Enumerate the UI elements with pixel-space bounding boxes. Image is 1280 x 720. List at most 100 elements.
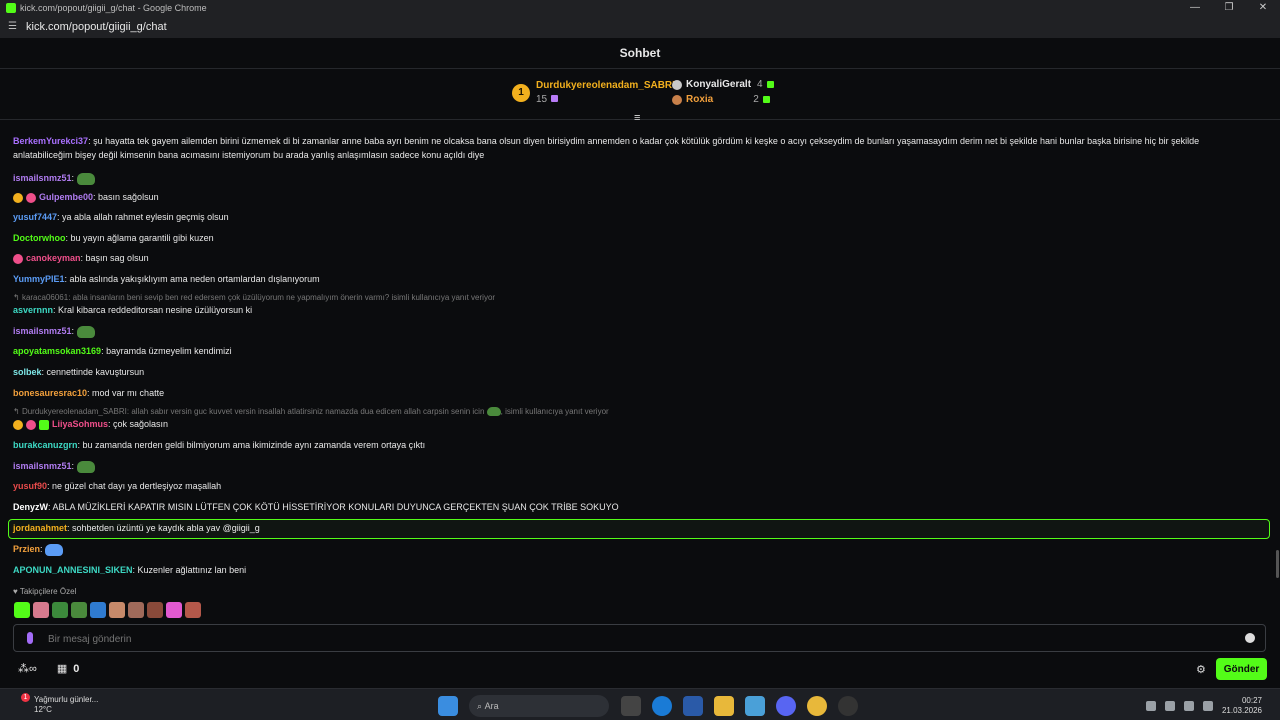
chat-header: Sohbet [0, 38, 1280, 69]
emote-icon[interactable] [109, 602, 125, 618]
followers-only-text: Takipçilere Özel [19, 587, 77, 596]
chat-username[interactable]: solbek [13, 367, 42, 377]
os-taskbar: 1 Yağmurlu günler... 12°C ⌕ Ara 00:27 21… [0, 688, 1280, 720]
chat-username[interactable]: yusuf7447 [13, 212, 57, 222]
emote-quick-bar [14, 602, 204, 618]
message-input-box[interactable] [13, 624, 1266, 652]
chat-username[interactable]: apoyatamsokan3169 [13, 346, 101, 356]
pepe-emote-icon [486, 407, 501, 417]
volume-icon[interactable] [1202, 701, 1213, 711]
chat-username[interactable]: Gulpembe00 [39, 192, 93, 202]
emoji-picker-icon[interactable] [1245, 633, 1255, 643]
address-bar[interactable]: ☰ kick.com/popout/giigii_g/chat [0, 16, 1280, 38]
chat-username[interactable]: bonesauresrac10 [13, 388, 87, 398]
discord-icon[interactable] [776, 696, 796, 716]
chat-scrollbar[interactable] [1276, 550, 1279, 578]
leaderboard-second[interactable]: KonyaliGeralt 4 [672, 77, 774, 92]
message-input[interactable] [48, 631, 1228, 647]
chat-username[interactable]: canokeyman [26, 253, 81, 263]
chat-text: : [71, 461, 75, 471]
task-view-icon[interactable] [621, 696, 641, 716]
chrome-icon[interactable] [807, 696, 827, 716]
gift-badge-icon [13, 192, 23, 203]
settings-app-icon[interactable] [745, 696, 765, 716]
chat-username[interactable]: APONUN_ANNESINI_SIKEN [13, 565, 133, 575]
chat-message: APONUN_ANNESINI_SIKEN: Kuzenler ağlattın… [13, 563, 246, 577]
kick-logo-icon [6, 3, 16, 13]
leaderboard-runners-up: KonyaliGeralt 4 Roxia 2 [672, 77, 774, 107]
leaderboard-third[interactable]: Roxia 2 [672, 92, 774, 107]
chat-username[interactable]: Przien [13, 544, 40, 554]
chat-username[interactable]: burakcanuzgrn [13, 440, 78, 450]
people-infinity-icon[interactable]: ⁂∞ [18, 662, 37, 675]
settings-gear-icon[interactable]: ⚙ [1196, 663, 1206, 676]
chat-message: solbek: cennettinde kavuştursun [13, 365, 144, 379]
emote-icon[interactable] [185, 602, 201, 618]
clock-date: 21.03.2026 [1221, 706, 1262, 715]
chat-username[interactable]: BerkemYurekci37 [13, 136, 88, 146]
emote-icon[interactable] [166, 602, 182, 618]
windows-start-icon[interactable] [438, 696, 458, 716]
emote-icon[interactable] [147, 602, 163, 618]
chat-messages: BerkemYurekci37: şu hayatta tek gayem ai… [0, 122, 1280, 585]
silver-medal-icon [672, 79, 682, 90]
heart-icon: ♥ [13, 587, 20, 596]
emote-icon[interactable] [14, 602, 30, 618]
chat-text: : ya abla allah rahmet eylesin geçmiş ol… [57, 212, 229, 222]
emote-icon[interactable] [90, 602, 106, 618]
store-app-icon[interactable] [683, 696, 703, 716]
system-tray: 00:27 21.03.2026 [1145, 695, 1280, 717]
leaderboard-third-count: 2 [753, 94, 759, 105]
chat-username[interactable]: jordanahmet [13, 523, 67, 533]
window-titlebar: kick.com/popout/giigii_g/chat - Google C… [0, 0, 1280, 16]
followers-only-label: ♥ Takipçilere Özel [13, 587, 76, 596]
chat-text: : abla aslında yakışıklıyım ama neden or… [64, 274, 320, 284]
chat-username[interactable]: Doctorwhoo [13, 233, 66, 243]
close-icon[interactable]: ✕ [1246, 0, 1280, 16]
chat-username[interactable]: DenyzW [13, 502, 48, 512]
butterfly-badge-icon [26, 419, 36, 430]
chat-username[interactable]: asvernnn [13, 305, 53, 315]
chat-username[interactable]: ismailsnmz51 [13, 461, 72, 471]
leaderboard-first-name[interactable]: Durdukyereolenadam_SABRI [536, 80, 675, 91]
chat-text: : [40, 544, 43, 554]
obs-icon[interactable] [838, 696, 858, 716]
weather-widget[interactable]: 1 Yağmurlu günler... 12°C [14, 693, 98, 715]
chat-username[interactable]: YummyPIE1 [13, 274, 65, 284]
chat-message: Przien: [13, 542, 64, 556]
chat-username[interactable]: ismailsnmz51 [13, 326, 72, 336]
network-icon[interactable] [1183, 701, 1194, 711]
pepe-emote-icon [76, 460, 95, 473]
store-icon[interactable]: ▦ [57, 662, 67, 675]
restore-icon[interactable]: ❐ [1212, 0, 1246, 16]
emote-icon[interactable] [52, 602, 68, 618]
gold-medal-icon: 1 [512, 83, 530, 102]
leaderboard-first[interactable]: 1 Durdukyereolenadam_SABRI 15 [512, 80, 675, 105]
emote-icon[interactable] [33, 602, 49, 618]
chat-message: BerkemYurekci37: şu hayatta tek gayem ai… [13, 134, 1233, 162]
chat-message: ismailsnmz51: [13, 459, 95, 473]
leaderboard-second-name[interactable]: KonyaliGeralt [686, 79, 751, 90]
url-text[interactable]: kick.com/popout/giigii_g/chat [26, 21, 167, 33]
emote-icon[interactable] [128, 602, 144, 618]
chat-message: burakcanuzgrn: bu zamanda nerden geldi b… [13, 438, 425, 452]
send-button[interactable]: Gönder [1216, 658, 1267, 680]
microphone-tray-icon[interactable] [1164, 701, 1175, 711]
edge-icon[interactable] [652, 696, 672, 716]
site-info-icon[interactable]: ☰ [8, 21, 20, 33]
butterfly-badge-icon [13, 253, 23, 264]
chat-username[interactable]: ismailsnmz51 [13, 173, 72, 183]
emote-icon[interactable] [71, 602, 87, 618]
chat-message: canokeyman: başın sag olsun [13, 251, 149, 265]
leaderboard-third-name[interactable]: Roxia [686, 94, 713, 105]
microphone-icon[interactable] [27, 632, 33, 644]
points-count: 0 [73, 662, 80, 675]
minimize-icon[interactable]: — [1178, 0, 1212, 16]
clock[interactable]: 00:27 21.03.2026 [1222, 696, 1262, 716]
file-explorer-icon[interactable] [714, 696, 734, 716]
reply-tail: isimli kullanıcıya yanıt veriyor [505, 407, 609, 416]
taskbar-search[interactable]: ⌕ Ara [469, 695, 609, 717]
chevron-up-icon[interactable] [1145, 701, 1156, 711]
chat-username[interactable]: yusuf90 [13, 481, 47, 491]
chat-username[interactable]: LiiyaSohmus [52, 419, 108, 429]
